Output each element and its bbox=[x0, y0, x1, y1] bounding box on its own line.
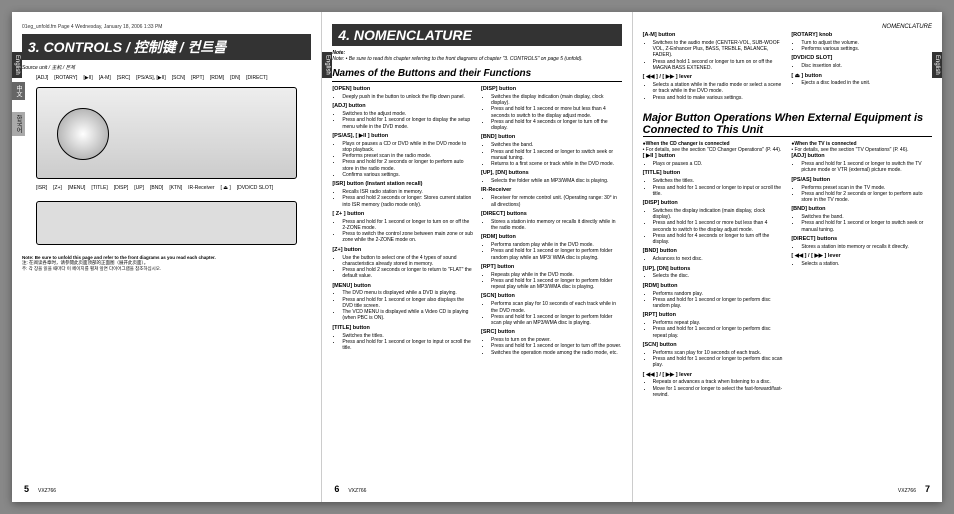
button-label: [RPT] bbox=[191, 75, 204, 81]
button-desc: [MENU] buttonThe DVD menu is displayed w… bbox=[332, 283, 473, 322]
button-desc: [SCN] buttonPerforms scan play for 10 se… bbox=[643, 342, 784, 369]
button-columns-top: [A-M] buttonSwitches to the audio mode (… bbox=[643, 32, 932, 104]
page-spread: 01eg_unfold.fm Page 4 Wednesday, January… bbox=[12, 12, 942, 502]
page-5: 01eg_unfold.fm Page 4 Wednesday, January… bbox=[12, 12, 321, 502]
button-label: [ROTARY] bbox=[54, 75, 77, 81]
button-desc: IR-ReceiverReceiver for remote control u… bbox=[481, 187, 622, 207]
chapter-note: Note:Note: • Be sure to read this chapte… bbox=[332, 50, 621, 62]
button-desc: [ Z+ ] buttonPress and hold for 1 second… bbox=[332, 211, 473, 244]
tv-col: ●When the TV is connected • For details,… bbox=[791, 141, 932, 401]
button-label: [A-M] bbox=[99, 75, 111, 81]
button-columns: [OPEN] buttonDeeply push in the button t… bbox=[332, 86, 621, 359]
cd-changer-header: ●When the CD changer is connected bbox=[643, 141, 730, 147]
page-number: 6 bbox=[334, 484, 339, 494]
button-desc: [RDM] buttonPerforms random play while i… bbox=[481, 234, 622, 261]
button-desc: [ROTARY] knobTurn to adjust the volume.P… bbox=[791, 32, 932, 52]
button-desc: [RDM] buttonPerforms random play.Press a… bbox=[643, 283, 784, 310]
button-label: [DVD/CD SLOT] bbox=[237, 185, 273, 191]
diagram-labels-top: [ADJ] [ROTARY] [▶II] [A-M] [SRC] [PS/AS], [▶I… bbox=[36, 75, 297, 81]
model-number: VXZ766 bbox=[38, 488, 56, 494]
unfold-note: Note: Be sure to unfold this page and re… bbox=[22, 255, 311, 272]
button-label: [KTN] bbox=[169, 185, 182, 191]
button-desc: [UP], [DN] buttonsSelects the folder whi… bbox=[481, 170, 622, 184]
button-desc: [RPT] buttonRepeats play while in the DV… bbox=[481, 264, 622, 291]
button-desc: [DIRECT] buttonsStores a station into me… bbox=[481, 211, 622, 231]
button-label: [MENU] bbox=[68, 185, 86, 191]
source-unit-label: Source unit / 主机 / 본체 bbox=[22, 64, 311, 71]
button-desc: [BND] buttonSwitches the band.Press and … bbox=[791, 206, 932, 233]
page-number: 5 bbox=[24, 484, 29, 494]
tv-header: ●When the TV is connected bbox=[791, 141, 856, 147]
lang-tab-zh: 中文 bbox=[12, 82, 25, 100]
button-desc: [PS/AS] buttonPerforms preset scan in th… bbox=[791, 177, 932, 204]
column-2: [ROTARY] knobTurn to adjust the volume.P… bbox=[791, 32, 932, 104]
button-label: [ ⏏ ] bbox=[221, 185, 231, 191]
button-desc: [ADJ] buttonSwitches to the adjust mode.… bbox=[332, 103, 473, 130]
lang-tab-en: English bbox=[12, 52, 22, 78]
cd-changer-col: ●When the CD changer is connected • For … bbox=[643, 141, 784, 401]
button-desc: [PS/AS], [ ▶II ] buttonPlays or pauses a… bbox=[332, 133, 473, 178]
button-label: [TITLE] bbox=[91, 185, 107, 191]
button-desc: [ISR] button (Instant station recall)Rec… bbox=[332, 181, 473, 208]
button-desc: [RPT] buttonPerforms repeat play.Press a… bbox=[643, 312, 784, 339]
lang-tab-ko: 한국어 bbox=[12, 112, 25, 136]
column-1: [A-M] buttonSwitches to the audio mode (… bbox=[643, 32, 784, 104]
button-label: [SRC] bbox=[117, 75, 130, 81]
button-label: [DISP] bbox=[114, 185, 128, 191]
button-label: IR-Receiver bbox=[188, 185, 214, 191]
button-label: [ADJ] bbox=[36, 75, 48, 81]
page-6: 4. NOMENCLATURE English Note:Note: • Be … bbox=[321, 12, 631, 502]
button-label: [▶II] bbox=[83, 75, 92, 81]
external-equip-columns: ●When the CD changer is connected • For … bbox=[643, 141, 932, 401]
running-header: NOMENCLATURE bbox=[643, 24, 932, 30]
button-label: [RDM] bbox=[210, 75, 224, 81]
button-desc: [TITLE] buttonSwitches the titles.Press … bbox=[643, 170, 784, 197]
button-desc: [ ◀◀ ] / [ ▶▶ ] leverRepeats or advances… bbox=[643, 372, 784, 399]
button-desc: [DVD/CD SLOT]Disc insertion slot. bbox=[791, 55, 932, 69]
diagram-labels-bottom: [ISR] [Z+] [MENU] [TITLE] [DISP] [UP] [BND] [KT… bbox=[36, 185, 297, 191]
button-desc: [ ◀◀ ] / [ ▶▶ ] leverSelects a station w… bbox=[643, 74, 784, 101]
page-7: NOMENCLATURE English [A-M] buttonSwitche… bbox=[632, 12, 942, 502]
subheader-major-ops: Major Button Operations When External Eq… bbox=[643, 112, 932, 137]
button-desc: [SRC] buttonPress to turn on the power.P… bbox=[481, 329, 622, 356]
button-desc: [ ◀◀ ] / [ ▶▶ ] leverSelects a station. bbox=[791, 253, 932, 267]
button-label: [UP] bbox=[134, 185, 144, 191]
file-info: 01eg_unfold.fm Page 4 Wednesday, January… bbox=[22, 24, 311, 30]
lang-tab-en: English bbox=[932, 52, 942, 78]
button-label: [DIRECT] bbox=[246, 75, 267, 81]
section-header-nomenclature: 4. NOMENCLATURE bbox=[332, 24, 621, 46]
button-desc: [ ▶II ] buttonPlays or pauses a CD. bbox=[643, 153, 784, 167]
unit-diagram bbox=[36, 87, 297, 179]
button-desc: [UP], [DN] buttonsSelects the disc. bbox=[643, 266, 784, 280]
button-desc: [ ⏏ ] buttonEjects a disc loaded in the … bbox=[791, 73, 932, 87]
button-desc: [SCN] buttonPerforms scan play for 10 se… bbox=[481, 293, 622, 326]
button-desc: [Z+] buttonUse the button to select one … bbox=[332, 247, 473, 280]
subheader-button-names: Names of the Buttons and their Functions bbox=[332, 68, 621, 82]
section-header-controls: 3. CONTROLS / 控制键 / 컨트롤 bbox=[22, 34, 311, 60]
button-desc: [A-M] buttonSwitches to the audio mode (… bbox=[643, 32, 784, 71]
button-desc: [TITLE] buttonSwitches the titles.Press … bbox=[332, 325, 473, 352]
column-1: [OPEN] buttonDeeply push in the button t… bbox=[332, 86, 473, 359]
model-number: VXZ766 bbox=[348, 488, 366, 494]
button-desc: [BND] buttonSwitches the band.Press and … bbox=[481, 134, 622, 167]
button-label: [ISR] bbox=[36, 185, 47, 191]
button-desc: [DISP] buttonSwitches the display indica… bbox=[643, 200, 784, 245]
lang-tab-en: English bbox=[322, 52, 332, 78]
column-2: [DISP] buttonSwitches the display indica… bbox=[481, 86, 622, 359]
model-number: VXZ766 bbox=[898, 488, 916, 494]
button-label: [Z+] bbox=[53, 185, 62, 191]
panel-diagram bbox=[36, 201, 297, 245]
button-desc: [BND] buttonAdvances to next disc. bbox=[643, 248, 784, 262]
page-number: 7 bbox=[925, 484, 930, 494]
button-desc: [DISP] buttonSwitches the display indica… bbox=[481, 86, 622, 131]
button-desc: [ADJ] buttonPress and hold for 1 second … bbox=[791, 153, 932, 173]
button-label: [DN] bbox=[230, 75, 240, 81]
button-desc: [DIRECT] buttonsStores a station into me… bbox=[791, 236, 932, 250]
button-label: [PS/AS], [▶II] bbox=[136, 75, 166, 81]
button-label: [SCN] bbox=[172, 75, 185, 81]
button-desc: [OPEN] buttonDeeply push in the button t… bbox=[332, 86, 473, 100]
button-label: [BND] bbox=[150, 185, 163, 191]
